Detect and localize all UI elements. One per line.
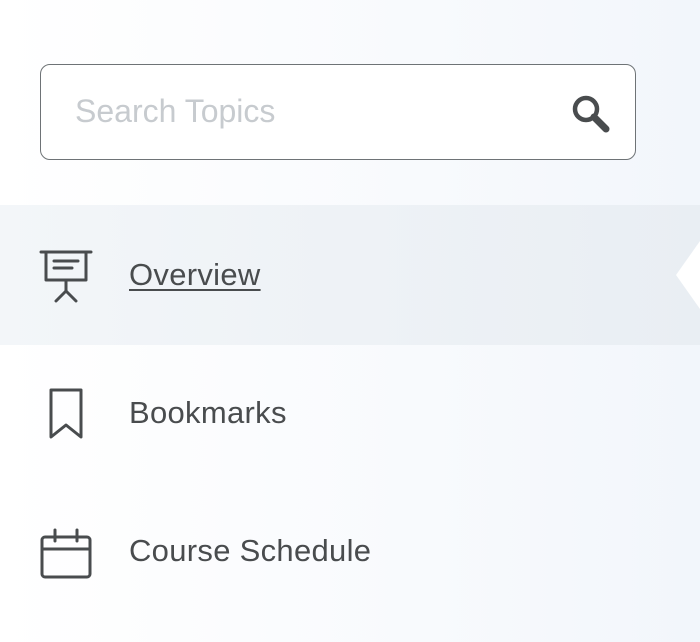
nav-item-bookmarks[interactable]: Bookmarks xyxy=(0,345,700,485)
nav-item-label: Course Schedule xyxy=(129,533,372,568)
nav-item-overview[interactable]: Overview xyxy=(0,205,700,345)
search-icon xyxy=(572,95,610,133)
nav-item-course-schedule[interactable]: Course Schedule xyxy=(0,485,700,625)
bookmark-icon xyxy=(49,388,83,439)
nav-item-label: Bookmarks xyxy=(129,395,287,430)
nav-item-label: Overview xyxy=(129,257,261,292)
active-indicator-arrow xyxy=(676,241,700,309)
search-input[interactable] xyxy=(75,65,555,158)
presentation-icon xyxy=(39,250,93,303)
search-button[interactable] xyxy=(569,92,613,136)
calendar-icon xyxy=(40,528,92,579)
sidebar-navigation: Overview Bookmarks Course Schedule xyxy=(0,0,700,642)
search-box xyxy=(40,64,636,160)
